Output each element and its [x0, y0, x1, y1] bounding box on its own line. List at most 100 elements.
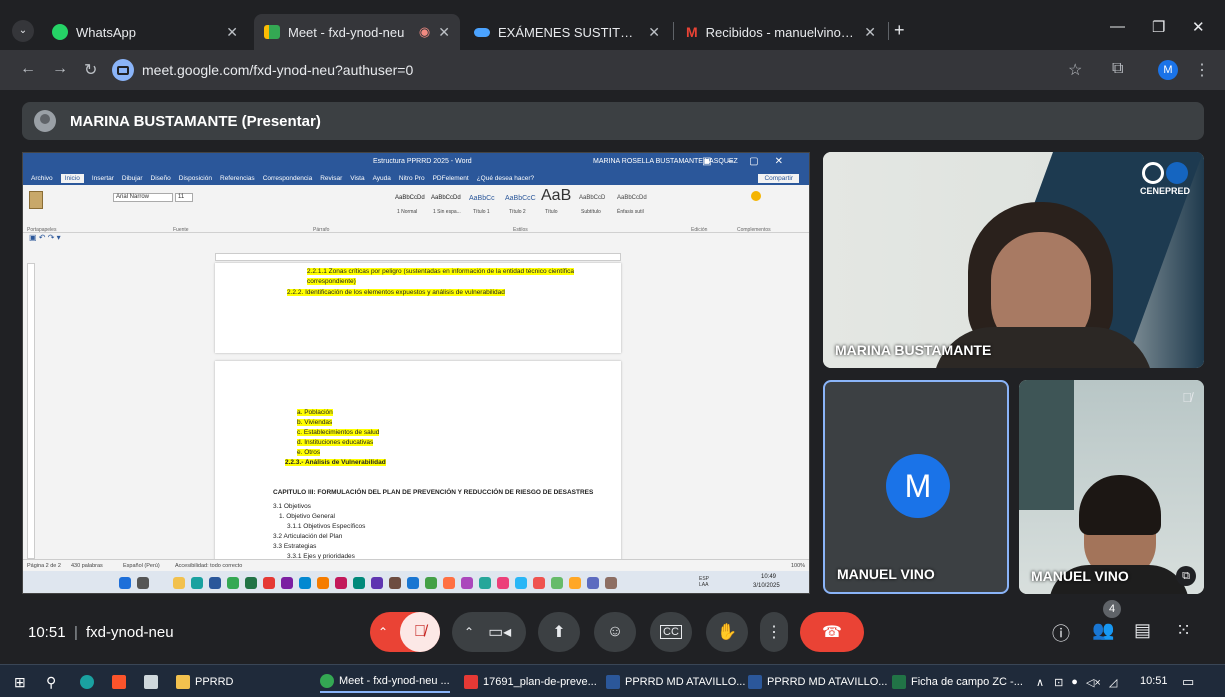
participant-tile-marina[interactable]: CENEPRED MARINA BUSTAMANTE — [823, 152, 1204, 368]
style-sample: AaBbCcC — [505, 195, 536, 202]
taskbar-word-2[interactable]: PPRRD MD ATAVILLO... — [748, 671, 887, 693]
extensions-icon[interactable]: ⧉ — [1112, 60, 1123, 78]
participant-name: MANUEL VINO — [1031, 568, 1129, 584]
leave-call-button[interactable]: ☎ — [800, 612, 864, 652]
doc-line: correspondiente) — [307, 278, 356, 285]
activities-icon[interactable]: ⁙ — [1176, 620, 1191, 641]
word-menu-item: Correspondencia — [262, 174, 313, 182]
more-options-button[interactable]: ⋮ — [760, 612, 788, 652]
start-button[interactable]: ⊞ — [14, 671, 26, 693]
minimize-icon[interactable]: — — [1110, 18, 1125, 35]
site-info-icon[interactable] — [112, 59, 134, 81]
app-icon — [515, 577, 527, 589]
camera-background — [1019, 380, 1074, 510]
status-zoom: 100% — [791, 563, 806, 569]
doc-toc-line: 3.2 Articulación del Plan — [273, 533, 343, 540]
tab-whatsapp[interactable]: WhatsApp ✕ — [42, 14, 248, 50]
reactions-button[interactable]: ☺ — [594, 612, 636, 652]
microphone-toggle[interactable]: 🎙̸ — [400, 612, 440, 652]
tab-title: Recibidos - manuelvinovizarreta — [705, 24, 857, 40]
profile-avatar[interactable]: M — [1158, 60, 1178, 80]
participant-tile-manuel-self[interactable]: 🎙̸ MANUEL VINO ⧉ — [1019, 380, 1204, 594]
word-menu-item: Disposición — [178, 174, 212, 182]
raise-hand-button[interactable]: ✋ — [706, 612, 748, 652]
camera-icon: ▭◂ — [488, 624, 512, 641]
close-tab-icon[interactable]: ✕ — [864, 24, 876, 41]
wifi-icon: ◿ — [1108, 676, 1118, 689]
style-name: Título 1 — [473, 209, 490, 215]
people-icon[interactable]: 👥 — [1092, 620, 1114, 641]
start-icon — [119, 577, 131, 589]
doc-toc-line: 3.1 Objetivos — [273, 503, 311, 510]
hand-icon: ✋ — [717, 624, 737, 641]
taskbar-word-1[interactable]: PPRRD MD ATAVILLO... — [606, 671, 745, 693]
back-icon[interactable]: ← — [20, 60, 36, 78]
word-menu-item: Archivo — [31, 174, 53, 182]
folder-icon — [176, 675, 190, 689]
app-icon — [605, 577, 617, 589]
forward-icon[interactable]: → — [52, 60, 68, 78]
tab-onedrive[interactable]: EXÁMENES SUSTITUTORIOS - C ✕ — [464, 14, 670, 50]
word-menu-item: Vista — [350, 174, 365, 182]
participant-name: MARINA BUSTAMANTE — [835, 342, 992, 358]
windows-icon: ⊞ — [14, 673, 26, 690]
taskbar-edge[interactable] — [80, 671, 99, 693]
doc-toc-line: 3.1.1 Objetivos Específicos — [287, 523, 366, 530]
address-bar[interactable]: meet.google.com/fxd-ynod-neu?authuser=0 — [112, 55, 1202, 85]
style-name: Título 2 — [509, 209, 526, 215]
style-name: Énfasis sutil — [617, 209, 644, 215]
word-menu-item: Inicio — [60, 173, 84, 183]
app-icon — [389, 577, 401, 589]
doc-subheading: 2.2.3.- Análisis de Vulnerabilidad — [285, 459, 386, 466]
word-title-bar: Estructura PPRRD 2025 - Word MARINA ROSE… — [23, 153, 809, 171]
participant-tile-manuel-avatar[interactable]: M MANUEL VINO — [823, 380, 1009, 594]
style-sample: AaBbCcDd — [395, 195, 425, 201]
close-tab-icon[interactable]: ✕ — [648, 24, 660, 41]
word-status-bar: Página 2 de 2 430 palabras Español (Perú… — [23, 559, 809, 571]
captions-button[interactable]: CC — [650, 612, 692, 652]
tab-meet[interactable]: Meet - fxd-ynod-neu ◉ ✕ — [254, 14, 460, 50]
app-icon — [443, 577, 455, 589]
app-icon — [551, 577, 563, 589]
word-menu-item: ¿Qué desea hacer? — [476, 174, 535, 182]
present-icon: ⬆ — [552, 624, 566, 641]
brave-icon — [112, 675, 126, 689]
taskbar-search-button[interactable]: ⚲ — [46, 671, 56, 693]
close-tab-icon[interactable]: ✕ — [438, 24, 450, 41]
hang-up-icon: ☎ — [822, 624, 842, 641]
notifications-button[interactable]: ▭ — [1182, 671, 1194, 693]
picture-in-picture-icon[interactable]: ⧉ — [1176, 566, 1196, 586]
meet-icon — [264, 25, 280, 39]
close-tab-icon[interactable]: ✕ — [226, 24, 238, 41]
taskbar-meet[interactable]: Meet - fxd-ynod-neu ... — [320, 671, 450, 693]
taskbar-pdf[interactable]: 17691_plan-de-preve... — [464, 671, 597, 693]
word-menu-item: Insertar — [91, 174, 114, 182]
taskbar-excel[interactable]: Ficha de campo ZC -... — [892, 671, 1023, 693]
participant-count-badge: 4 — [1103, 600, 1121, 618]
present-screen-button[interactable]: ⬆ — [538, 612, 580, 652]
tray-icons[interactable]: ∧ ⊡ ● ◁× ◿ — [1036, 671, 1117, 693]
tab-search-button[interactable]: ⌄ — [12, 20, 34, 42]
taskbar-app[interactable] — [144, 671, 163, 693]
close-window-icon[interactable]: ✕ — [1192, 18, 1205, 36]
doc-list-item: a. Población — [297, 409, 333, 416]
tab-gmail[interactable]: M Recibidos - manuelvinovizarreta ✕ — [676, 14, 886, 50]
restore-icon[interactable]: ❐ — [1152, 18, 1165, 36]
taskbar-folder[interactable]: PPRRD — [176, 671, 234, 693]
taskbar-brave[interactable] — [112, 671, 131, 693]
tab-title: EXÁMENES SUSTITUTORIOS - C — [498, 24, 640, 40]
new-tab-button[interactable]: + — [894, 20, 905, 41]
word-menu-item: Revisar — [320, 174, 343, 182]
meeting-info-icon[interactable]: ⓘ — [1052, 620, 1070, 646]
camera-options-button[interactable]: ⌃ ▭◂ — [452, 612, 526, 652]
folder-icon — [173, 577, 185, 589]
bookmark-star-icon[interactable]: ☆ — [1068, 60, 1082, 80]
microphone-icon: ● — [1071, 676, 1078, 688]
taskbar-item-label: 17691_plan-de-preve... — [483, 676, 597, 688]
word-menu-item: Nitro Pro — [398, 174, 425, 182]
chat-icon[interactable]: ▤ — [1134, 620, 1151, 641]
app-icon — [533, 577, 545, 589]
reload-icon[interactable]: ↻ — [84, 60, 97, 80]
app-icon — [144, 675, 158, 689]
menu-kebab-icon[interactable]: ⋮ — [1194, 60, 1210, 80]
